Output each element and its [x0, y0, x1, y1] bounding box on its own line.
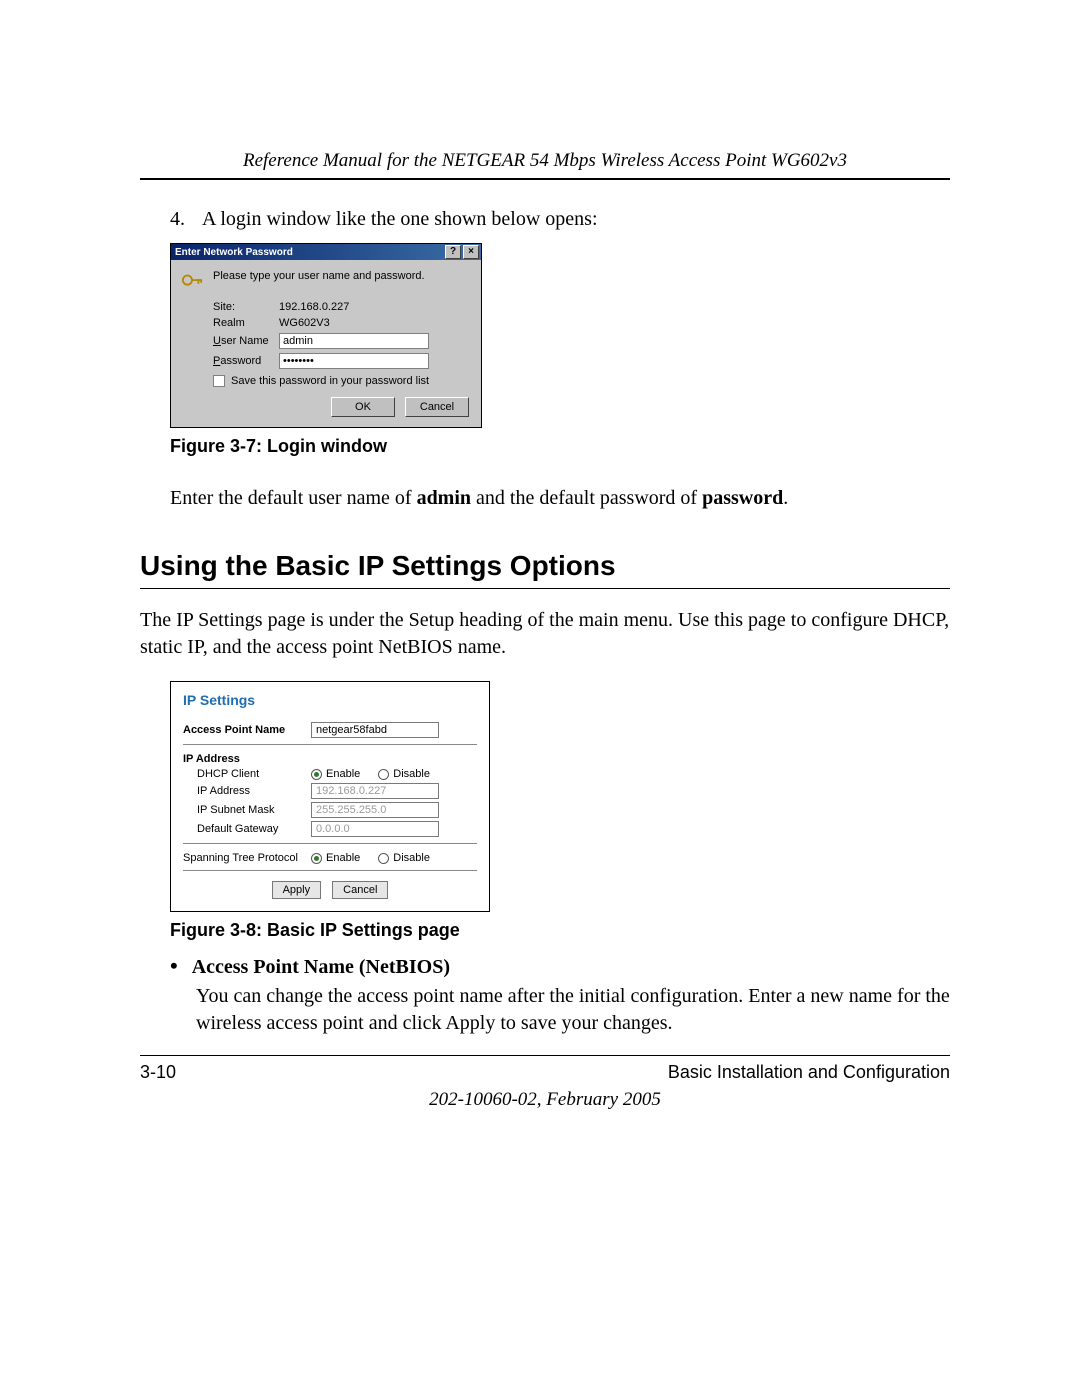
password-input[interactable] — [279, 353, 429, 369]
page-number: 3-10 — [140, 1062, 176, 1083]
default-gateway-label: Default Gateway — [183, 823, 311, 835]
after-login-paragraph: Enter the default user name of admin and… — [170, 485, 950, 512]
figure-3-7-caption: Figure 3-7: Login window — [170, 436, 950, 457]
cancel-button[interactable]: Cancel — [332, 881, 388, 899]
stp-disable-radio[interactable] — [378, 853, 389, 864]
ip-address-input[interactable] — [311, 783, 439, 799]
realm-value: WG602V3 — [279, 317, 330, 329]
default-gateway-input[interactable] — [311, 821, 439, 837]
step-number: 4. — [170, 206, 192, 233]
site-label: Site: — [213, 301, 279, 313]
ip-settings-title: IP Settings — [183, 692, 477, 708]
bullet-heading: Access Point Name (NetBIOS) — [192, 956, 450, 979]
apply-button[interactable]: Apply — [272, 881, 322, 899]
login-dialog-title: Enter Network Password — [175, 247, 293, 258]
stp-enable-label: Enable — [326, 852, 360, 864]
subnet-mask-label: IP Subnet Mask — [183, 804, 311, 816]
dhcp-client-label: DHCP Client — [183, 768, 311, 780]
stp-label: Spanning Tree Protocol — [183, 852, 311, 864]
username-label: User Name — [213, 335, 279, 347]
ok-button[interactable]: OK — [331, 397, 395, 417]
save-password-label: Save this password in your password list — [231, 375, 429, 387]
save-password-checkbox[interactable] — [213, 375, 225, 387]
step-4: 4. A login window like the one shown bel… — [170, 206, 950, 233]
realm-label: Realm — [213, 317, 279, 329]
login-dialog-titlebar: Enter Network Password ? × — [171, 244, 481, 260]
section-rule — [140, 588, 950, 589]
step-text: A login window like the one shown below … — [202, 206, 950, 233]
separator — [183, 744, 477, 745]
footer-row: 3-10 Basic Installation and Configuratio… — [140, 1062, 950, 1083]
bullet-dot-icon: • — [170, 955, 178, 977]
key-icon — [181, 270, 203, 295]
separator — [183, 870, 477, 871]
bullet-item: • Access Point Name (NetBIOS) — [170, 955, 950, 979]
ap-name-input[interactable] — [311, 722, 439, 738]
section-heading: Using the Basic IP Settings Options — [140, 550, 950, 582]
dhcp-enable-radio[interactable] — [311, 769, 322, 780]
bullet-body: You can change the access point name aft… — [196, 983, 950, 1037]
running-head: Reference Manual for the NETGEAR 54 Mbps… — [140, 150, 950, 172]
dhcp-disable-label: Disable — [393, 768, 430, 780]
chapter-title: Basic Installation and Configuration — [668, 1062, 950, 1083]
site-value: 192.168.0.227 — [279, 301, 349, 313]
cancel-button[interactable]: Cancel — [405, 397, 469, 417]
username-input[interactable] — [279, 333, 429, 349]
stp-enable-radio[interactable] — [311, 853, 322, 864]
figure-3-8-caption: Figure 3-8: Basic IP Settings page — [170, 920, 950, 941]
ap-name-label: Access Point Name — [183, 724, 311, 736]
footer-rule — [140, 1055, 950, 1056]
help-button[interactable]: ? — [445, 245, 461, 259]
ip-settings-panel: IP Settings Access Point Name IP Address… — [170, 681, 490, 912]
document-page: Reference Manual for the NETGEAR 54 Mbps… — [0, 0, 1080, 1397]
login-prompt: Please type your user name and password. — [213, 270, 425, 282]
publication-info: 202-10060-02, February 2005 — [140, 1089, 950, 1111]
password-label: Password — [213, 355, 279, 367]
close-button[interactable]: × — [463, 245, 479, 259]
login-dialog: Enter Network Password ? × Please type y… — [170, 243, 482, 428]
separator — [183, 843, 477, 844]
stp-disable-label: Disable — [393, 852, 430, 864]
ip-address-header: IP Address — [183, 753, 477, 765]
dhcp-enable-label: Enable — [326, 768, 360, 780]
ip-address-label: IP Address — [183, 785, 311, 797]
header-rule — [140, 178, 950, 180]
section-intro-paragraph: The IP Settings page is under the Setup … — [140, 607, 950, 661]
subnet-mask-input[interactable] — [311, 802, 439, 818]
dhcp-disable-radio[interactable] — [378, 769, 389, 780]
